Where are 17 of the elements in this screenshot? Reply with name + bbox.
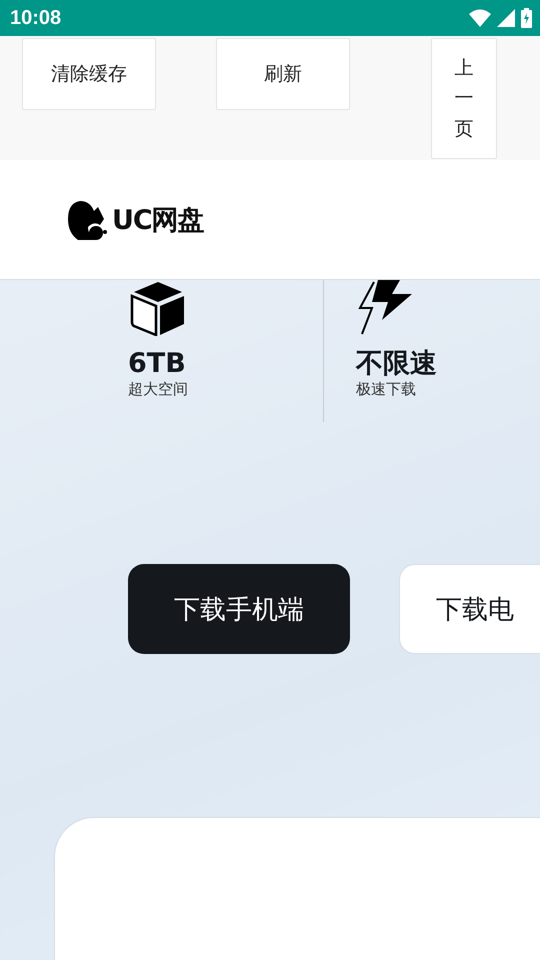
signal-icon [497,9,515,27]
battery-icon [521,8,532,28]
feature-caption: 超大空间 [128,380,189,400]
feature-value: 6TB [128,348,187,380]
logo-text: UC网盘 [112,204,204,238]
status-time: 10:08 [10,6,62,30]
cube-icon [128,280,186,336]
toolbar-button[interactable]: 刷新 [216,38,350,110]
download-button[interactable]: 下载手机端 [128,564,350,654]
toolbar-button[interactable]: 清除缓存 [22,38,156,110]
lightning-icon [356,280,414,336]
download-button[interactable]: 下载电 [399,564,540,654]
feature-value: 不限速 [356,348,438,380]
previous-page-button[interactable]: 上一页 [431,38,497,159]
wifi-icon [469,9,491,27]
squirrel-logo-icon [66,198,108,240]
feature-caption: 极速下载 [356,380,417,400]
